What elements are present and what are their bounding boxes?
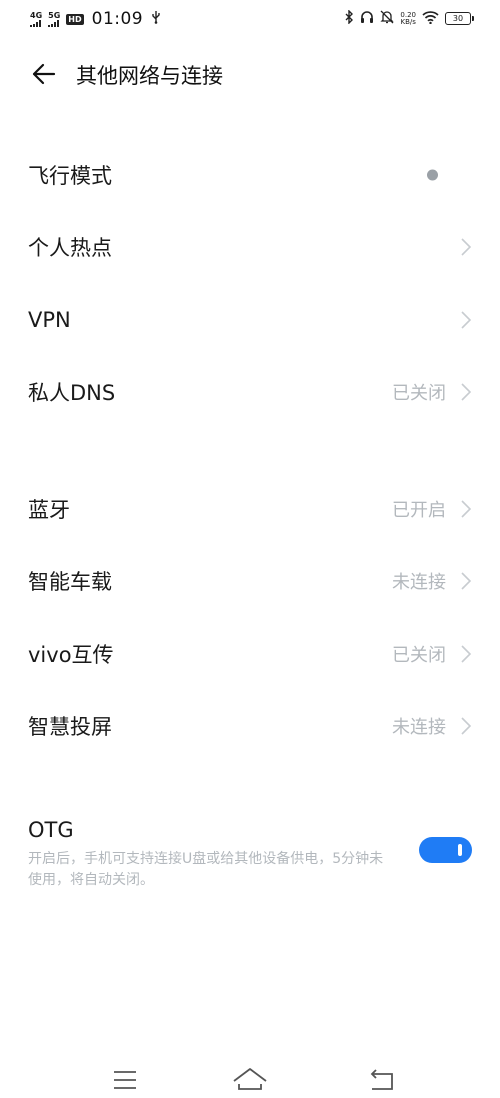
status-time: 01:09 [91, 9, 144, 29]
setting-value: 未连接 [392, 717, 446, 738]
signal-4g-icon: 4G [30, 11, 42, 27]
setting-row-screen-cast[interactable]: 智慧投屏 未连接 [0, 691, 500, 761]
setting-label: 私人DNS [28, 381, 116, 405]
setting-row-otg[interactable]: OTG 开启后，手机可支持连接U盘或给其他设备供电，5分钟未使用，将自动关闭。 [0, 812, 500, 902]
wifi-icon [422, 9, 439, 28]
chevron-right-icon [461, 383, 472, 401]
setting-row-vpn[interactable]: VPN [0, 285, 500, 355]
otg-description: 开启后，手机可支持连接U盘或给其他设备供电，5分钟未使用，将自动关闭。 [28, 851, 384, 888]
setting-value: 已关闭 [392, 383, 446, 404]
setting-label: 蓝牙 [28, 498, 70, 522]
chevron-right-icon [461, 717, 472, 735]
headphones-icon [360, 9, 374, 28]
status-bar: 4G 5G HD 01:09 0.20 KB/s 30 [0, 0, 500, 38]
otg-toggle[interactable] [419, 837, 472, 863]
hd-voice-icon: HD [66, 13, 84, 25]
setting-value: 未连接 [392, 572, 446, 593]
otg-label: OTG [28, 818, 74, 842]
status-bar-left: 4G 5G HD 01:09 [30, 9, 161, 29]
toggle-knob [458, 844, 462, 856]
chevron-right-icon [461, 572, 472, 590]
setting-label: 智慧投屏 [28, 715, 112, 739]
home-icon[interactable] [230, 1060, 270, 1094]
notifications-off-icon [380, 9, 394, 28]
chevron-right-icon [461, 500, 472, 518]
signal-5g-icon: 5G [48, 11, 60, 27]
usb-icon [151, 10, 161, 28]
menu-icon[interactable] [105, 1060, 145, 1094]
bluetooth-icon [345, 9, 354, 28]
setting-label: 智能车载 [28, 570, 112, 594]
setting-label: vivo互传 [28, 643, 114, 667]
back-icon[interactable] [362, 1060, 402, 1094]
setting-row-private-dns[interactable]: 私人DNS 已关闭 [0, 357, 500, 427]
page-title: 其他网络与连接 [76, 64, 223, 88]
setting-value: 已关闭 [392, 645, 446, 666]
setting-row-airplane-mode[interactable]: 飞行模式 [0, 140, 500, 210]
page-header: 其他网络与连接 [0, 52, 500, 94]
setting-value: 已开启 [392, 500, 446, 521]
chevron-right-icon [461, 238, 472, 256]
chevron-right-icon [461, 645, 472, 663]
back-arrow-icon[interactable] [30, 60, 58, 88]
setting-label: VPN [28, 308, 71, 332]
setting-row-vivo-share[interactable]: vivo互传 已关闭 [0, 619, 500, 689]
status-bar-right: 0.20 KB/s 30 [345, 9, 474, 28]
setting-row-bluetooth[interactable]: 蓝牙 已开启 [0, 474, 500, 544]
setting-row-hotspot[interactable]: 个人热点 [0, 212, 500, 282]
airplane-mode-toggle[interactable] [427, 169, 438, 181]
battery-icon: 30 [445, 12, 474, 25]
network-speed: 0.20 KB/s [400, 10, 416, 26]
navigation-bar [0, 1060, 500, 1097]
setting-label: 飞行模式 [28, 164, 112, 188]
setting-label: 个人热点 [28, 236, 112, 260]
setting-row-car-connect[interactable]: 智能车载 未连接 [0, 546, 500, 616]
chevron-right-icon [461, 311, 472, 329]
